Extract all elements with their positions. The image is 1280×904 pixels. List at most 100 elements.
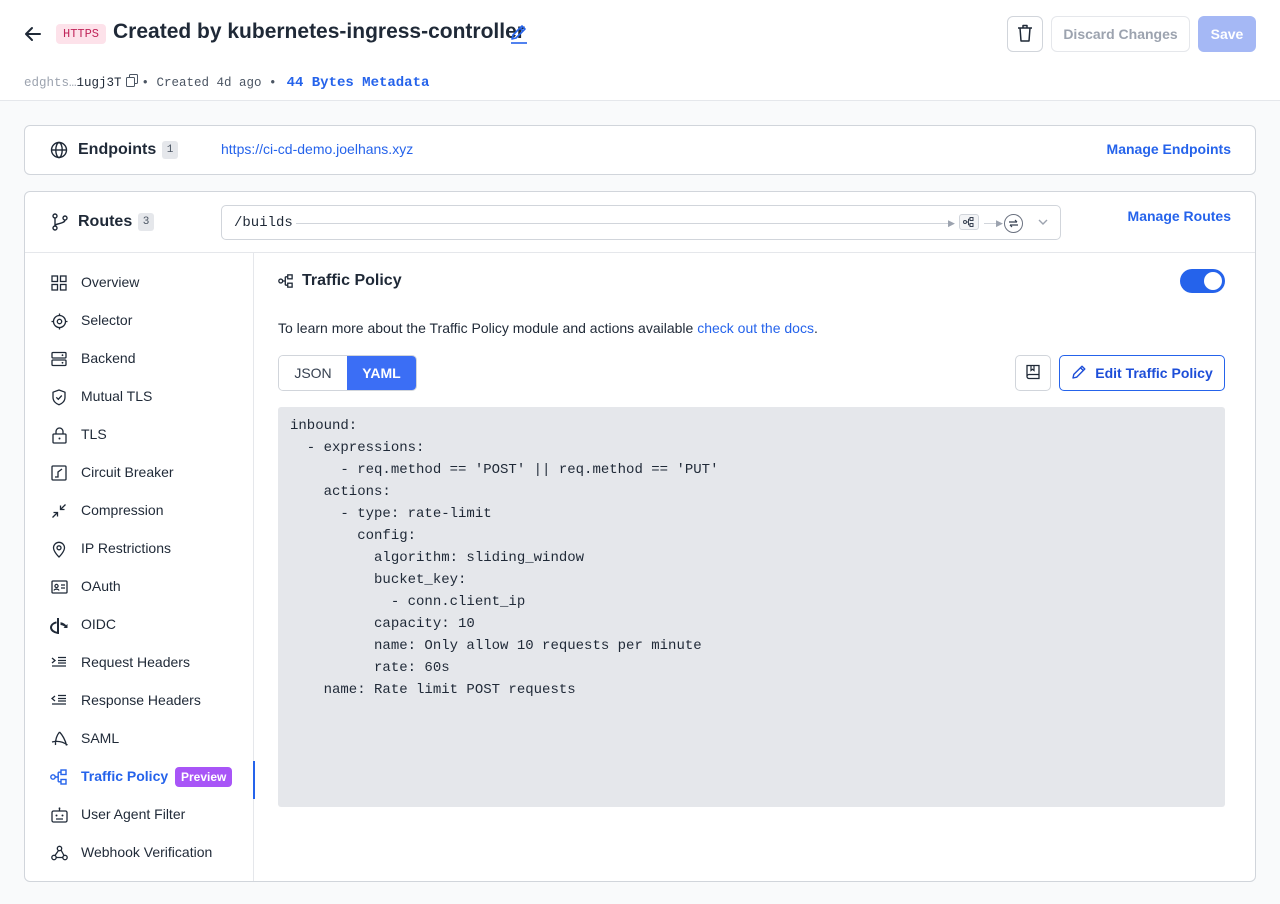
back-arrow-icon[interactable]: [22, 23, 44, 45]
route-traffic-policy-icon: [959, 214, 979, 230]
endpoints-panel: Endpoints 1 https://ci-cd-demo.joelhans.…: [24, 125, 1256, 175]
request-headers-icon: [50, 654, 68, 672]
target-icon: [50, 312, 68, 330]
saml-icon: [50, 730, 68, 748]
sidebar-item-saml[interactable]: SAML: [25, 719, 254, 757]
route-select[interactable]: /builds ▶ ▶: [221, 205, 1061, 240]
trash-icon: [1017, 24, 1033, 45]
page-title: Created by kubernetes-ingress-controller: [113, 20, 525, 43]
sidebar-item-label: Request Headers: [81, 654, 190, 670]
description-end: .: [813, 320, 818, 336]
grid-icon: [50, 274, 68, 292]
tab-json[interactable]: JSON: [279, 356, 347, 390]
response-headers-icon: [50, 692, 68, 710]
created-info: • Created 4d ago •: [141, 75, 277, 90]
sidebar-item-label: Overview: [81, 274, 140, 290]
manage-endpoints-link[interactable]: Manage Endpoints: [1107, 141, 1231, 157]
traffic-policy-icon: [50, 768, 68, 786]
sidebar-item-oidc[interactable]: OIDC: [25, 605, 254, 643]
copy-icon[interactable]: [125, 74, 138, 91]
lock-icon: [50, 426, 68, 444]
sidebar-item-label: User Agent Filter: [81, 806, 186, 822]
sidebar-item-label: Traffic Policy: [81, 768, 169, 784]
openid-icon: [50, 616, 68, 634]
page-header: HTTPS Created by kubernetes-ingress-cont…: [0, 0, 1280, 101]
sidebar-item-traffic-policy[interactable]: Traffic Policy Preview: [25, 757, 255, 799]
sidebar-item-tls[interactable]: TLS: [25, 415, 254, 453]
sidebar-item-circuit-breaker[interactable]: Circuit Breaker: [25, 453, 254, 491]
route-arrow-icon: ▶: [948, 218, 955, 228]
sidebar-item-selector[interactable]: Selector: [25, 301, 254, 339]
globe-icon: [50, 141, 68, 162]
sidebar-item-label: SAML: [81, 730, 120, 746]
route-path: /builds: [234, 215, 293, 231]
save-button[interactable]: Save: [1198, 16, 1256, 52]
format-toggle: JSON YAML: [278, 355, 417, 391]
sidebar-item-label: Selector: [81, 312, 133, 328]
sidebar-item-label: IP Restrictions: [81, 540, 171, 556]
docs-link[interactable]: check out the docs: [697, 320, 814, 336]
compress-icon: [50, 502, 68, 520]
sidebar-item-response-headers[interactable]: Response Headers: [25, 681, 254, 719]
manage-routes-link[interactable]: Manage Routes: [1128, 208, 1231, 224]
webhook-icon: [50, 844, 68, 862]
sidebar-item-compression[interactable]: Compression: [25, 491, 254, 529]
robot-icon: [50, 806, 68, 824]
book-icon: [1026, 364, 1040, 383]
routes-label: Routes: [78, 213, 133, 230]
routes-count: 3: [138, 213, 154, 231]
sidebar-item-label: Compression: [81, 502, 164, 518]
edit-traffic-policy-label: Edit Traffic Policy: [1095, 365, 1213, 381]
resource-id-suffix: 1ugj3T: [76, 75, 122, 90]
preview-badge: Preview: [175, 767, 233, 787]
sidebar-item-label: TLS: [81, 426, 107, 442]
endpoints-count: 1: [162, 141, 178, 159]
route-connector-line: [296, 223, 952, 224]
toggle-knob: [1204, 272, 1222, 290]
sidebar-item-backend[interactable]: Backend: [25, 339, 254, 377]
chevron-down-icon: [1036, 215, 1050, 232]
traffic-policy-icon: [278, 274, 294, 291]
metadata-link[interactable]: 44 Bytes Metadata: [287, 75, 430, 91]
pencil-icon: [1071, 364, 1087, 383]
sidebar-item-label: Mutual TLS: [81, 388, 153, 404]
circuit-icon: [50, 464, 68, 482]
edit-title-pencil-icon[interactable]: [509, 24, 529, 44]
delete-button[interactable]: [1007, 16, 1043, 52]
git-branch-icon: [52, 213, 68, 234]
tab-yaml[interactable]: YAML: [347, 356, 416, 390]
shield-check-icon: [50, 388, 68, 406]
protocol-badge: HTTPS: [56, 24, 107, 44]
sidebar-item-label: Circuit Breaker: [81, 464, 174, 480]
description-text: To learn more about the Traffic Policy m…: [278, 320, 698, 336]
policy-code-block[interactable]: inbound: - expressions: - req.method == …: [278, 407, 1225, 807]
section-title: Traffic Policy: [302, 272, 402, 289]
sidebar-item-oauth[interactable]: OAuth: [25, 567, 254, 605]
routes-header: Routes 3 /builds ▶ ▶ Manage Routes: [25, 192, 1255, 253]
sidebar-item-request-headers[interactable]: Request Headers: [25, 643, 254, 681]
edit-traffic-policy-button[interactable]: Edit Traffic Policy: [1059, 355, 1225, 391]
sidebar-item-user-agent-filter[interactable]: User Agent Filter: [25, 795, 254, 833]
sidebar-item-label: OAuth: [81, 578, 121, 594]
sidebar-item-ip-restrictions[interactable]: IP Restrictions: [25, 529, 254, 567]
id-card-icon: [50, 578, 68, 596]
server-icon: [50, 350, 68, 368]
docs-book-button[interactable]: [1015, 355, 1051, 391]
route-arrow-icon: ▶: [996, 218, 1003, 228]
endpoint-url-link[interactable]: https://ci-cd-demo.joelhans.xyz: [221, 141, 413, 157]
resource-meta: edghts… 1ugj3T • Created 4d ago • 44 Byte…: [24, 74, 429, 91]
sidebar-item-mutual-tls[interactable]: Mutual TLS: [25, 377, 254, 415]
sidebar-item-overview[interactable]: Overview: [25, 263, 254, 301]
sidebar-item-label: Response Headers: [81, 692, 201, 708]
traffic-policy-toggle[interactable]: [1180, 269, 1225, 293]
discard-changes-button[interactable]: Discard Changes: [1051, 16, 1190, 52]
sidebar-item-label: Backend: [81, 350, 136, 366]
endpoints-label: Endpoints: [78, 141, 157, 158]
sidebar-item-label: OIDC: [81, 616, 116, 632]
description: To learn more about the Traffic Policy m…: [278, 320, 818, 336]
sidebar-item-webhook-verification[interactable]: Webhook Verification: [25, 833, 254, 871]
module-sidebar: Overview Selector Backend Mutual TLS TLS…: [25, 253, 255, 881]
map-pin-icon: [50, 540, 68, 558]
route-exchange-icon: [1004, 214, 1023, 233]
resource-id-prefix: edghts…: [24, 75, 77, 90]
